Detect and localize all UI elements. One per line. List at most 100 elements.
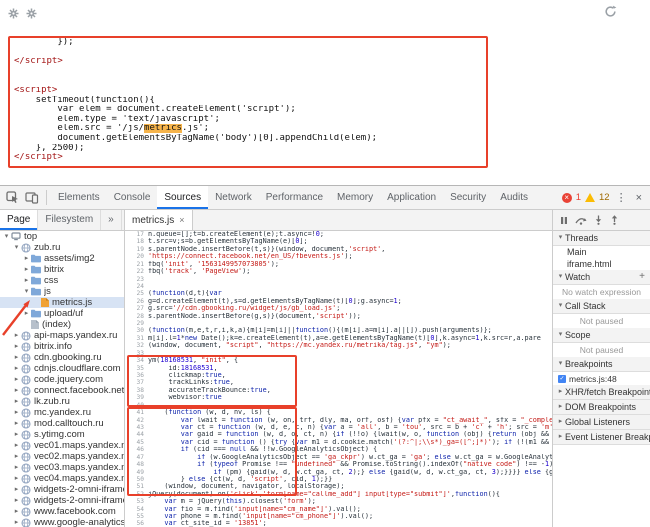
tab-performance[interactable]: Performance [259, 186, 330, 209]
section-dom-breakpoints[interactable]: ▸DOM Breakpoints [553, 400, 650, 415]
section-global-listeners[interactable]: ▸Global Listeners [553, 415, 650, 430]
tree-item-css[interactable]: ▸css [0, 275, 124, 286]
line-number[interactable]: 36 [125, 372, 148, 379]
tree-item-lk-zub-ru[interactable]: ▸lk.zub.ru [0, 396, 124, 407]
section-call-stack[interactable]: ▾Call Stack [553, 299, 650, 314]
thread-iframe-html[interactable]: iframe.html [553, 258, 650, 270]
file-tab-metrics-js[interactable]: metrics.js × [125, 210, 193, 230]
line-number[interactable]: 34 [125, 357, 148, 364]
inspect-element-icon[interactable] [6, 191, 19, 204]
line-number[interactable]: 32 [125, 342, 148, 349]
step-into-icon[interactable] [594, 215, 603, 225]
tree-item-upload-uf[interactable]: ▸upload/uf [0, 308, 124, 319]
line-number[interactable]: 28 [125, 313, 148, 320]
step-over-icon[interactable] [575, 216, 587, 225]
line-number[interactable]: 44 [125, 431, 148, 438]
line-number[interactable]: 23 [125, 276, 148, 283]
tree-item-api-maps-yandex-ru[interactable]: ▸api-maps.yandex.ru [0, 330, 124, 341]
tab-audits[interactable]: Audits [493, 186, 535, 209]
line-number[interactable]: 42 [125, 417, 148, 424]
sidebar-tab-more[interactable]: » [101, 210, 122, 230]
settings-gear-icon[interactable] [8, 6, 19, 24]
tree-item-mc-yandex-ru[interactable]: ▸mc.yandex.ru [0, 407, 124, 418]
tree-item-www-facebook-com[interactable]: ▸www.facebook.com [0, 506, 124, 517]
line-number[interactable]: 56 [125, 520, 148, 527]
line-number[interactable]: 52 [125, 491, 148, 498]
line-number[interactable]: 53 [125, 498, 148, 505]
line-number[interactable]: 41 [125, 409, 148, 416]
line-number[interactable]: 40 [125, 402, 148, 409]
line-number[interactable]: 48 [125, 461, 148, 468]
error-badge-icon[interactable]: × [562, 193, 572, 203]
breakpoint-item[interactable]: ✓metrics.js:48 [553, 372, 650, 385]
tab-application[interactable]: Application [380, 186, 443, 209]
line-number[interactable]: 39 [125, 394, 148, 401]
line-number[interactable]: 25 [125, 290, 148, 297]
section-xhr-fetch-breakpoints[interactable]: ▸XHR/fetch Breakpoints [553, 385, 650, 400]
thread-main[interactable]: Main [553, 246, 650, 258]
settings-gear-icon[interactable] [26, 6, 37, 24]
line-number[interactable]: 17 [125, 231, 148, 238]
tab-sources[interactable]: Sources [157, 186, 208, 209]
tree-item-assets-img2[interactable]: ▸assets/img2 [0, 253, 124, 264]
device-toolbar-icon[interactable] [25, 192, 39, 204]
section-breakpoints[interactable]: ▾Breakpoints [553, 357, 650, 372]
tree-item-vec04-maps-yandex-net[interactable]: ▸vec04.maps.yandex.net [0, 473, 124, 484]
line-number[interactable]: 37 [125, 379, 148, 386]
tree-item-js[interactable]: ▾js [0, 286, 124, 297]
line-number[interactable]: 26 [125, 298, 148, 305]
tree-item-index[interactable]: (index) [0, 319, 124, 330]
line-number[interactable]: 24 [125, 283, 148, 290]
step-out-icon[interactable] [610, 215, 619, 225]
line-number[interactable]: 55 [125, 513, 148, 520]
tab-console[interactable]: Console [107, 186, 158, 209]
line-number[interactable]: 18 [125, 238, 148, 245]
section-scope[interactable]: ▾Scope [553, 328, 650, 343]
line-number[interactable]: 22 [125, 268, 148, 275]
line-number[interactable]: 43 [125, 424, 148, 431]
tree-item-bitrix-info[interactable]: ▸bitrix.info [0, 341, 124, 352]
line-number[interactable]: 45 [125, 439, 148, 446]
line-number[interactable]: 31 [125, 335, 148, 342]
tree-item-top[interactable]: ▾top [0, 231, 124, 242]
tree-item-code-jquery-com[interactable]: ▸code.jquery.com [0, 374, 124, 385]
warning-badge-icon[interactable] [585, 193, 595, 202]
line-number[interactable]: 49 [125, 469, 148, 476]
tree-item-zub-ru[interactable]: ▾zub.ru [0, 242, 124, 253]
tree-item-mod-calltouch-ru[interactable]: ▸mod.calltouch.ru [0, 418, 124, 429]
line-number[interactable]: 20 [125, 253, 148, 260]
add-watch-icon[interactable]: + [639, 270, 650, 284]
tree-item-cdn-gbooking-ru[interactable]: ▸cdn.gbooking.ru [0, 352, 124, 363]
section-event-listener-breakpoints[interactable]: ▸Event Listener Breakpoints [553, 430, 650, 445]
tree-item-www-google-analytics-com[interactable]: ▸www.google-analytics.com [0, 517, 124, 527]
devtools-menu-icon[interactable]: ⋮ [614, 191, 629, 204]
line-number[interactable]: 19 [125, 246, 148, 253]
tree-item-widgets-2-omni-iframe-livetex-me[interactable]: ▸widgets-2-omni-iframe.livetex.me [0, 484, 124, 495]
tab-security[interactable]: Security [443, 186, 493, 209]
line-number[interactable]: 54 [125, 506, 148, 513]
pause-icon[interactable] [560, 216, 568, 225]
tab-elements[interactable]: Elements [51, 186, 107, 209]
sidebar-tab-page[interactable]: Page [0, 210, 38, 230]
line-number[interactable]: 27 [125, 305, 148, 312]
close-tab-icon[interactable]: × [179, 215, 184, 225]
section-watch[interactable]: ▾Watch+ [553, 270, 650, 285]
tree-item-bitrix[interactable]: ▸bitrix [0, 264, 124, 275]
tab-network[interactable]: Network [208, 186, 259, 209]
breakpoint-checkbox[interactable]: ✓ [558, 375, 566, 383]
line-number[interactable]: 29 [125, 320, 148, 327]
line-number[interactable]: 38 [125, 387, 148, 394]
line-number[interactable]: 51 [125, 483, 148, 490]
sidebar-tab-filesystem[interactable]: Filesystem [38, 210, 101, 230]
tree-item-s-ytimg-com[interactable]: ▸s.ytimg.com [0, 429, 124, 440]
section-threads[interactable]: ▾Threads [553, 231, 650, 246]
tree-item-vec02-maps-yandex-net[interactable]: ▸vec02.maps.yandex.net [0, 451, 124, 462]
line-number[interactable]: 33 [125, 350, 148, 357]
devtools-close-icon[interactable]: × [633, 192, 645, 204]
tree-item-metrics-js[interactable]: metrics.js [0, 297, 124, 308]
tree-item-vec01-maps-yandex-net[interactable]: ▸vec01.maps.yandex.net [0, 440, 124, 451]
line-number[interactable]: 30 [125, 327, 148, 334]
tree-item-widgets-2-omni-iframe-livetex-ru[interactable]: ▸widgets-2-omni-iframe.livetex.ru [0, 495, 124, 506]
tree-item-cdnjs-cloudflare-com[interactable]: ▸cdnjs.cloudflare.com [0, 363, 124, 374]
reload-icon[interactable] [604, 5, 617, 23]
